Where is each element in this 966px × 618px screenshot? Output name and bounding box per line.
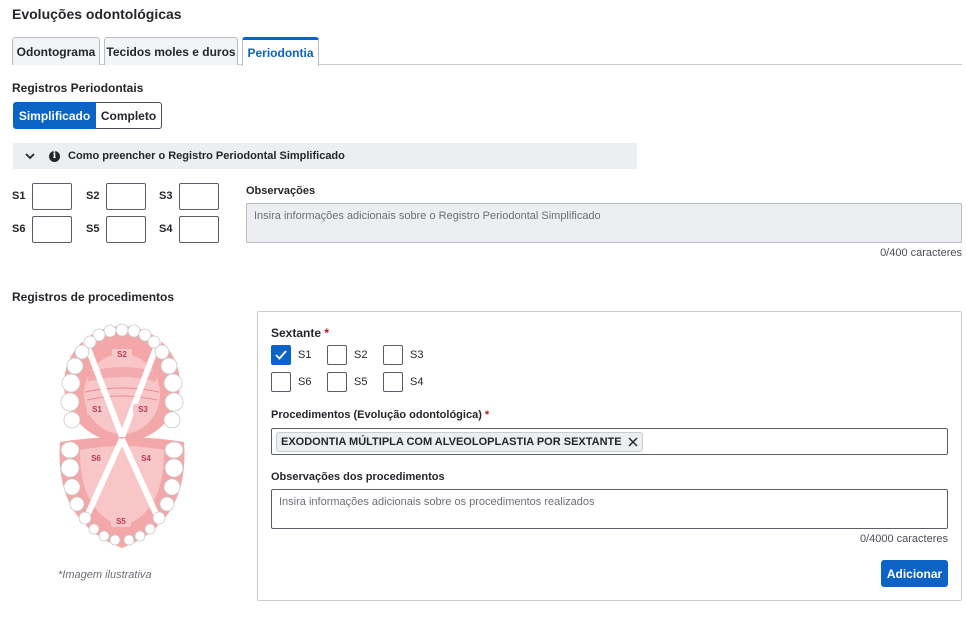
checkbox-label-s2: S2 xyxy=(354,349,368,361)
checkbox-label-s4: S4 xyxy=(410,376,424,388)
procedure-chip: EXODONTIA MÚLTIPLA COM ALVEOLOPLASTIA PO… xyxy=(276,432,643,452)
procedure-observations-label: Observações dos procedimentos xyxy=(271,471,445,483)
procedure-observations-textarea[interactable]: Insira informações adicionais sobre os p… xyxy=(271,489,948,529)
mode-toggle: Simplificado Completo xyxy=(13,102,162,129)
add-button[interactable]: Adicionar xyxy=(881,560,948,587)
observations-textarea[interactable]: Insira informações adicionais sobre o Re… xyxy=(246,203,962,243)
illustration-label-s6: S6 xyxy=(91,454,101,463)
sextant-input-s5[interactable] xyxy=(106,216,146,243)
procedure-field-label: Procedimentos (Evolução odontológica) * xyxy=(271,409,489,421)
illustration-label-s5: S5 xyxy=(116,517,126,526)
tab-odontograma[interactable]: Odontograma xyxy=(12,37,100,65)
mouth-illustration: S2 S1 S3 S6 S4 S5 xyxy=(55,322,190,552)
info-icon: i xyxy=(49,150,60,162)
check-icon xyxy=(275,350,287,360)
procedure-chip-label: EXODONTIA MÚLTIPLA COM ALVEOLOPLASTIA PO… xyxy=(281,436,622,448)
tab-periodontia[interactable]: Periodontia xyxy=(242,37,319,66)
procedure-field-label-text: Procedimentos (Evolução odontológica) xyxy=(271,409,482,421)
checkbox-s2[interactable] xyxy=(327,345,347,365)
sextant-input-s3[interactable] xyxy=(179,183,219,210)
page-title: Evoluções odontológicas xyxy=(12,6,182,22)
sextant-label-s5: S5 xyxy=(86,223,100,235)
checkbox-label-s6: S6 xyxy=(298,376,312,388)
mode-completo-button[interactable]: Completo xyxy=(96,102,162,129)
observations-counter: 0/400 caracteres xyxy=(880,247,962,259)
procedure-select[interactable]: EXODONTIA MÚLTIPLA COM ALVEOLOPLASTIA PO… xyxy=(271,428,948,455)
illustration-label-s3: S3 xyxy=(138,405,148,414)
required-mark: * xyxy=(484,409,490,421)
checkbox-s5[interactable] xyxy=(327,372,347,392)
sextant-label-s6: S6 xyxy=(12,223,26,235)
sextant-label-s3: S3 xyxy=(159,190,173,202)
sextant-input-s4[interactable] xyxy=(179,216,219,243)
sextant-label-s2: S2 xyxy=(86,190,100,202)
chevron-down-icon[interactable] xyxy=(24,150,36,162)
sextant-label-s4: S4 xyxy=(159,223,173,235)
sextant-field-label: Sextante * xyxy=(271,326,329,340)
checkbox-label-s1: S1 xyxy=(298,349,312,361)
illustration-label-s4: S4 xyxy=(141,454,151,463)
tab-bar: Odontograma Tecidos moles e duros Period… xyxy=(12,37,962,66)
help-accordion[interactable]: i Como preencher o Registro Periodontal … xyxy=(13,143,637,169)
illustration-label-s1: S1 xyxy=(92,405,102,414)
checkbox-s4[interactable] xyxy=(383,372,403,392)
sextant-input-s1[interactable] xyxy=(32,183,72,210)
sextant-input-s2[interactable] xyxy=(106,183,146,210)
close-icon[interactable] xyxy=(628,437,638,447)
illustration-label-s2: S2 xyxy=(117,350,127,359)
checkbox-s3[interactable] xyxy=(383,345,403,365)
checkbox-label-s3: S3 xyxy=(410,349,424,361)
illustration-caption: *Imagem ilustrativa xyxy=(58,569,152,581)
mode-simplificado-button[interactable]: Simplificado xyxy=(13,102,96,129)
observations-label: Observações xyxy=(246,185,316,197)
sextant-input-s6[interactable] xyxy=(32,216,72,243)
procedures-section-label: Registros de procedimentos xyxy=(12,290,175,304)
help-text: Como preencher o Registro Periodontal Si… xyxy=(68,150,345,162)
sextant-label-s1: S1 xyxy=(12,190,26,202)
procedure-observations-counter: 0/4000 caracteres xyxy=(859,533,948,545)
checkbox-s6[interactable] xyxy=(271,372,291,392)
required-mark: * xyxy=(324,326,330,340)
checkbox-s1[interactable] xyxy=(271,345,291,365)
checkbox-label-s5: S5 xyxy=(354,376,368,388)
sextant-field-label-text: Sextante xyxy=(271,326,322,340)
periodontal-section-label: Registros Periodontais xyxy=(12,81,144,95)
tab-tecidos-moles-e-duros[interactable]: Tecidos moles e duros xyxy=(104,37,238,65)
